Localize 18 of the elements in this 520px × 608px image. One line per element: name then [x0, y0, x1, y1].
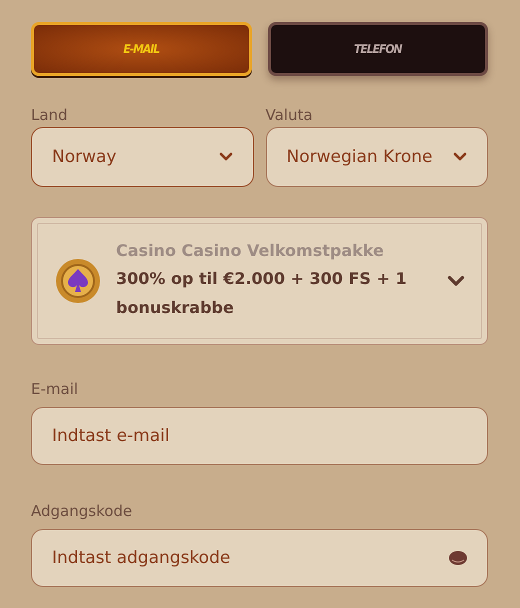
- tab[interactable]: TELEFON: [268, 22, 488, 76]
- chip-icon: [54, 257, 102, 305]
- bonus-description: 300% op til €2.000 + 300 FS + 1 bonuskrabbe: [116, 268, 408, 318]
- tab[interactable]: E-MAIL: [31, 22, 252, 76]
- bonus-card[interactable]: Casino Casino Velkomstpakke 300% op til €2.000 + 300 FS + 1 bonuskrabbe: [31, 217, 488, 345]
- chevron-down-icon: [447, 275, 465, 287]
- field-label: Valuta: [266, 105, 314, 125]
- field-label: E-mail: [31, 379, 80, 399]
- field-label: Adgangskode: [31, 501, 134, 521]
- input-field[interactable]: Indtast adgangskode: [31, 529, 488, 587]
- bonus-title: Casino Casino Velkomstpakke: [116, 240, 385, 260]
- chevron-down-icon: [453, 152, 467, 162]
- select-field[interactable]: Norwegian Krone: [266, 127, 488, 187]
- eye-icon[interactable]: [448, 550, 468, 566]
- chevron-down-icon: [218, 152, 232, 162]
- input-field[interactable]: Indtast e-mail: [31, 407, 488, 465]
- field-label: Land: [31, 105, 69, 125]
- select-field[interactable]: Norway: [31, 127, 254, 187]
